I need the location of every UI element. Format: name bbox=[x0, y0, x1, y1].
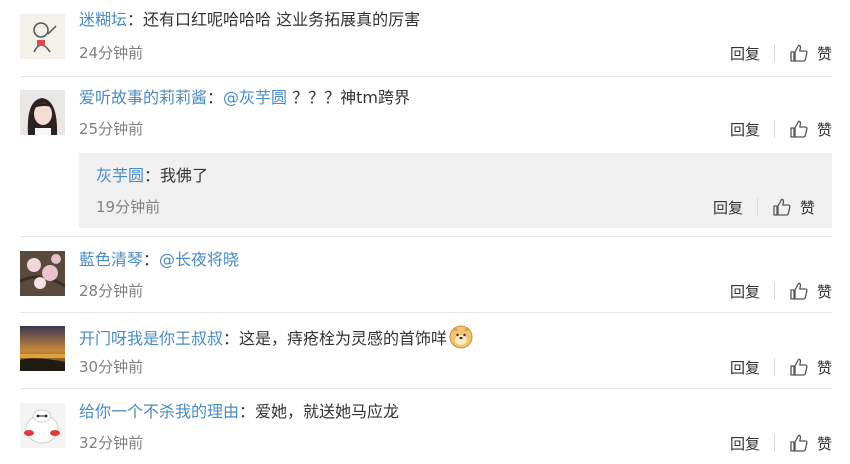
reply-button[interactable]: 回复 bbox=[713, 197, 743, 218]
reply-button[interactable]: 回复 bbox=[730, 119, 760, 140]
mention-link[interactable]: @灰芋圆 bbox=[223, 88, 287, 107]
comment-text: ？？？神tm跨界 bbox=[287, 88, 410, 107]
reply-username[interactable]: 灰芋圆 bbox=[96, 166, 144, 185]
mention-link[interactable]: @长夜将晓 bbox=[159, 250, 239, 269]
doge-emoji-icon bbox=[449, 325, 473, 349]
blossom-photo-avatar-icon bbox=[20, 251, 65, 296]
like-button[interactable]: 赞 bbox=[789, 281, 832, 302]
comment-time: 32分钟前 bbox=[79, 434, 144, 452]
action-divider bbox=[773, 120, 775, 138]
thumbs-up-icon bbox=[790, 120, 808, 138]
like-button[interactable]: 赞 bbox=[772, 197, 815, 218]
comment-avatar[interactable] bbox=[20, 90, 65, 135]
like-button[interactable]: 赞 bbox=[789, 433, 832, 454]
nested-reply: 灰芋圆：我佛了 19分钟前 回复 赞 bbox=[79, 153, 832, 228]
separator: ： bbox=[223, 329, 240, 348]
action-divider bbox=[773, 44, 775, 62]
comment-actions: 回复 赞 bbox=[730, 431, 832, 455]
thumbs-up-icon bbox=[790, 44, 808, 62]
divider bbox=[20, 388, 832, 389]
comment-username[interactable]: 藍色清琴 bbox=[79, 250, 143, 269]
comment-avatar[interactable] bbox=[20, 14, 65, 59]
comment-actions: 回复 赞 bbox=[730, 117, 832, 141]
comment-line: 藍色清琴：@长夜将晓 bbox=[79, 249, 239, 271]
comment-text: 爱她，就送她马应龙 bbox=[255, 402, 400, 421]
comment-text: 还有口红呢哈哈哈 这业务拓展真的厉害 bbox=[143, 10, 421, 29]
white-robot-avatar-icon bbox=[20, 403, 65, 448]
comment-text: 这是，痔疮栓为灵感的首饰咩 bbox=[239, 329, 448, 348]
action-divider bbox=[773, 358, 775, 376]
comment-username[interactable]: 爱听故事的莉莉酱 bbox=[79, 88, 207, 107]
comment-line: 迷糊坛：还有口红呢哈哈哈 这业务拓展真的厉害 bbox=[79, 9, 420, 31]
line-drawing-avatar-icon bbox=[20, 14, 65, 59]
comment-time: 28分钟前 bbox=[79, 282, 144, 300]
reply-actions: 回复 赞 bbox=[713, 195, 815, 219]
comment-line: 爱听故事的莉莉酱：@灰芋圆 ？？？神tm跨界 bbox=[79, 87, 410, 109]
thumbs-up-icon bbox=[790, 434, 808, 452]
comment-avatar[interactable] bbox=[20, 251, 65, 296]
reply-button[interactable]: 回复 bbox=[730, 43, 760, 64]
comment-avatar[interactable] bbox=[20, 403, 65, 448]
divider bbox=[20, 236, 832, 237]
divider bbox=[20, 76, 832, 77]
reply-button[interactable]: 回复 bbox=[730, 433, 760, 454]
reply-button[interactable]: 回复 bbox=[730, 357, 760, 378]
separator: ： bbox=[144, 166, 161, 185]
comment-time: 30分钟前 bbox=[79, 358, 144, 376]
comment-line: 给你一个不杀我的理由：爱她，就送她马应龙 bbox=[79, 401, 399, 423]
reply-text: 我佛了 bbox=[160, 166, 209, 185]
sunset-photo-avatar-icon bbox=[20, 326, 65, 371]
reply-time: 19分钟前 bbox=[96, 198, 161, 216]
like-label: 赞 bbox=[816, 282, 832, 301]
comment-username[interactable]: 开门呀我是你王叔叔 bbox=[79, 329, 223, 348]
like-button[interactable]: 赞 bbox=[789, 357, 832, 378]
reply-button[interactable]: 回复 bbox=[730, 281, 760, 302]
comment-list: 迷糊坛：还有口红呢哈哈哈 这业务拓展真的厉害 24分钟前 回复 赞 爱听故事的莉… bbox=[0, 0, 850, 464]
comment-username[interactable]: 给你一个不杀我的理由 bbox=[79, 402, 239, 421]
like-label: 赞 bbox=[816, 120, 832, 139]
thumbs-up-icon bbox=[790, 358, 808, 376]
like-label: 赞 bbox=[816, 44, 832, 63]
comment-username[interactable]: 迷糊坛 bbox=[79, 10, 127, 29]
thumbs-up-icon bbox=[773, 198, 791, 216]
like-label: 赞 bbox=[816, 358, 832, 377]
comment-actions: 回复 赞 bbox=[730, 41, 832, 65]
separator: ： bbox=[143, 250, 160, 269]
reply-line: 灰芋圆：我佛了 bbox=[96, 165, 208, 187]
divider bbox=[20, 312, 832, 313]
comment-avatar[interactable] bbox=[20, 326, 65, 371]
action-divider bbox=[773, 282, 775, 300]
like-button[interactable]: 赞 bbox=[789, 119, 832, 140]
action-divider bbox=[773, 434, 775, 452]
action-divider bbox=[756, 198, 758, 216]
comment-time: 25分钟前 bbox=[79, 120, 144, 138]
girl-photo-avatar-icon bbox=[20, 90, 65, 135]
comment-actions: 回复 赞 bbox=[730, 355, 832, 379]
comment-time: 24分钟前 bbox=[79, 44, 144, 62]
separator: ： bbox=[239, 402, 256, 421]
separator: ： bbox=[127, 10, 144, 29]
comment-line: 开门呀我是你王叔叔：这是，痔疮栓为灵感的首饰咩 bbox=[79, 325, 473, 350]
like-button[interactable]: 赞 bbox=[789, 43, 832, 64]
thumbs-up-icon bbox=[790, 282, 808, 300]
like-label: 赞 bbox=[816, 434, 832, 453]
separator: ： bbox=[207, 88, 224, 107]
like-label: 赞 bbox=[799, 198, 815, 217]
comment-actions: 回复 赞 bbox=[730, 279, 832, 303]
